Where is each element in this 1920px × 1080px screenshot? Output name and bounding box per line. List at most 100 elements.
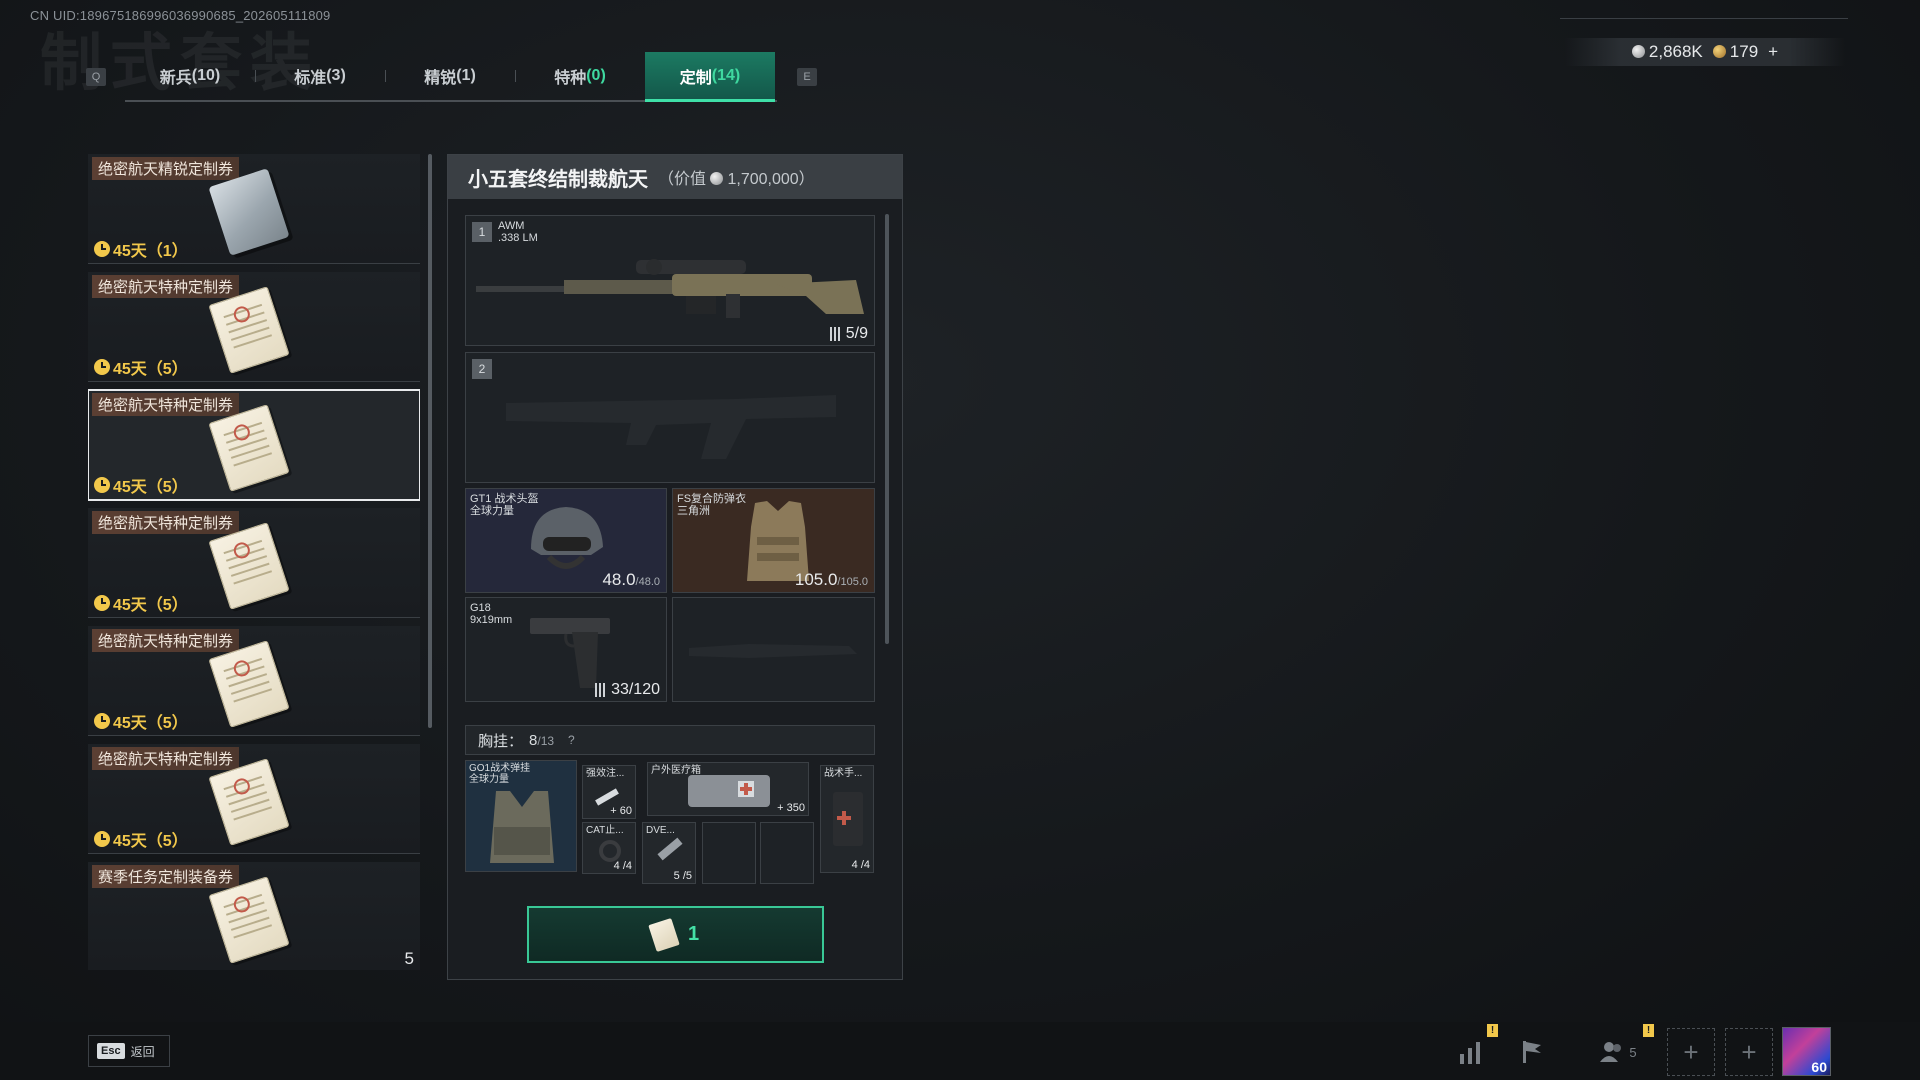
ammo-icon: [595, 683, 608, 697]
item-time: 45天（5）: [94, 473, 188, 497]
rig-item-sub: 全球力量: [469, 774, 509, 785]
tab-elite[interactable]: 精锐 (1): [385, 52, 515, 100]
armor-slot[interactable]: FS复合防弹衣 三角洲 105.0/105.0: [672, 488, 875, 593]
list-item-selected[interactable]: 绝密航天特种定制券 45天（5）: [88, 389, 420, 501]
helmet-slot[interactable]: GT1 战术头盔 全球力量 48.0/48.0: [465, 488, 667, 593]
medkit-slot[interactable]: 户外医疗箱 + 350: [647, 762, 809, 816]
player-level: 60: [1811, 1059, 1827, 1075]
add-teammate-button[interactable]: +: [1725, 1028, 1773, 1076]
secondary-weapon-slot[interactable]: 2: [465, 352, 875, 483]
tab-prev-key[interactable]: Q: [86, 68, 106, 86]
item-time: 45天（5）: [94, 827, 188, 851]
esc-key: Esc: [97, 1043, 125, 1059]
dve-slot[interactable]: DVE... 5 /5: [642, 822, 696, 884]
pistol-name: G18: [470, 602, 491, 614]
list-item[interactable]: 绝密航天特种定制券 45天（5）: [88, 744, 420, 854]
tourniquet-slot[interactable]: CAT止... 4 /4: [582, 822, 636, 874]
primary-weapon-slot[interactable]: 1 AWM .338 LM 5/9: [465, 215, 875, 346]
tactical-item-slot[interactable]: 战术手... 4 /4: [820, 765, 874, 873]
knife-silhouette-icon: [689, 644, 857, 658]
clock-icon: [94, 713, 110, 729]
list-scrollbar[interactable]: [428, 154, 432, 728]
tab-next-key[interactable]: E: [797, 68, 817, 86]
stim-slot[interactable]: 强效注... + 60: [582, 765, 636, 819]
panel-header: 小五套终结制裁航天 （价值 1,700,000）: [448, 155, 902, 199]
melee-slot[interactable]: [672, 597, 875, 702]
mini-item-badge: 5 /5: [673, 870, 692, 882]
voucher-count: 1: [687, 923, 700, 945]
mini-item-badge: 4 /4: [851, 859, 870, 871]
item-time-text: 45天（5）: [113, 833, 188, 850]
paper-voucher-icon: [208, 286, 290, 374]
rig-item-name: GO1战术弹挂: [469, 763, 531, 774]
pistol-slot[interactable]: G18 9x19mm 33/120: [465, 597, 667, 702]
list-item[interactable]: 绝密航天特种定制券 45天（5）: [88, 626, 420, 736]
item-name: 绝密航天精锐定制券: [92, 157, 240, 180]
item-time-text: 45天（5）: [113, 715, 188, 732]
rig-cap: /13: [537, 733, 555, 748]
item-name: 绝密航天特种定制券: [92, 747, 240, 770]
clock-icon: [94, 831, 110, 847]
mini-item-badge: 4 /4: [613, 860, 632, 872]
rifle-silhouette-icon: [506, 395, 836, 459]
item-name: 绝密航天特种定制券: [92, 393, 240, 416]
mini-item-name: 强效注...: [586, 768, 625, 779]
loadout-title: 小五套终结制裁航天: [468, 168, 648, 191]
add-currency-button[interactable]: +: [1768, 42, 1778, 62]
weapon-label: AWM .338 LM: [498, 220, 538, 244]
list-item[interactable]: 绝密航天精锐定制券 45天（1）: [88, 154, 420, 264]
back-button[interactable]: Esc 返回: [88, 1035, 170, 1067]
pistol-label: G18 9x19mm: [470, 602, 512, 626]
list-item[interactable]: 赛季任务定制装备券 5: [88, 862, 420, 970]
warning-badge: !: [1643, 1024, 1654, 1037]
item-name: 绝密航天特种定制券: [92, 511, 240, 534]
empty-rig-slot[interactable]: [760, 822, 814, 884]
rig-capacity: 8/13: [529, 732, 554, 749]
item-time-text: 45天（5）: [113, 597, 188, 614]
help-icon[interactable]: ?: [568, 733, 575, 747]
gold-amount: 179: [1729, 42, 1759, 61]
list-item[interactable]: 绝密航天特种定制券 45天（5）: [88, 508, 420, 618]
player-avatar[interactable]: 60: [1782, 1027, 1831, 1076]
helmet-icon: [531, 507, 603, 569]
tab-count: (10): [191, 67, 221, 84]
silver-voucher-icon: [208, 168, 290, 256]
helmet-durability: 48.0/48.0: [602, 570, 660, 590]
gold-coin-icon: [1712, 45, 1726, 58]
tab-special[interactable]: 特种 (0): [515, 52, 645, 100]
panel-scrollbar[interactable]: [885, 214, 889, 644]
silver-coin-icon: [710, 172, 724, 185]
slot-number: 1: [472, 222, 492, 242]
empty-rig-slot[interactable]: [702, 822, 756, 884]
ammo-count: 5/9: [829, 325, 868, 343]
tab-standard[interactable]: 标准 (3): [255, 52, 385, 100]
chest-rig-header: 胸挂： 8/13 ?: [465, 725, 875, 755]
tab-recruit[interactable]: 新兵 (10): [125, 52, 255, 100]
ammo-count-text: 5/9: [845, 325, 868, 342]
tab-label: 新兵: [159, 70, 192, 87]
clock-icon: [94, 359, 110, 375]
paper-voucher-icon: [208, 522, 290, 610]
flag-button[interactable]: [1506, 1028, 1558, 1076]
injector-icon: [657, 837, 683, 861]
loadout-value: （价值 1,700,000）: [658, 165, 815, 189]
clock-icon: [94, 595, 110, 611]
silver-amount: 2,868K: [1648, 42, 1703, 61]
ammo-count: 33/120: [595, 681, 660, 699]
gold-currency: 179: [1712, 42, 1759, 62]
friends-button[interactable]: 5: [1588, 1028, 1648, 1076]
armor-sub: 三角洲: [677, 505, 710, 517]
bar-chart-icon: [1460, 1042, 1480, 1064]
use-voucher-button[interactable]: 1: [527, 906, 824, 963]
tab-label: 标准: [294, 70, 327, 87]
item-time: 45天（1）: [94, 237, 188, 261]
value-prefix: （价值: [658, 171, 707, 188]
item-time: 45天（5）: [94, 709, 188, 733]
tab-label: 定制: [679, 69, 712, 87]
voucher-icon: [648, 917, 680, 952]
mini-item-badge: + 60: [610, 805, 632, 817]
add-teammate-button[interactable]: +: [1667, 1028, 1715, 1076]
list-item[interactable]: 绝密航天特种定制券 45天（5）: [88, 272, 420, 382]
chest-rig-slot[interactable]: GO1战术弹挂 全球力量: [465, 760, 577, 872]
tab-custom[interactable]: 定制 (14): [645, 52, 775, 102]
